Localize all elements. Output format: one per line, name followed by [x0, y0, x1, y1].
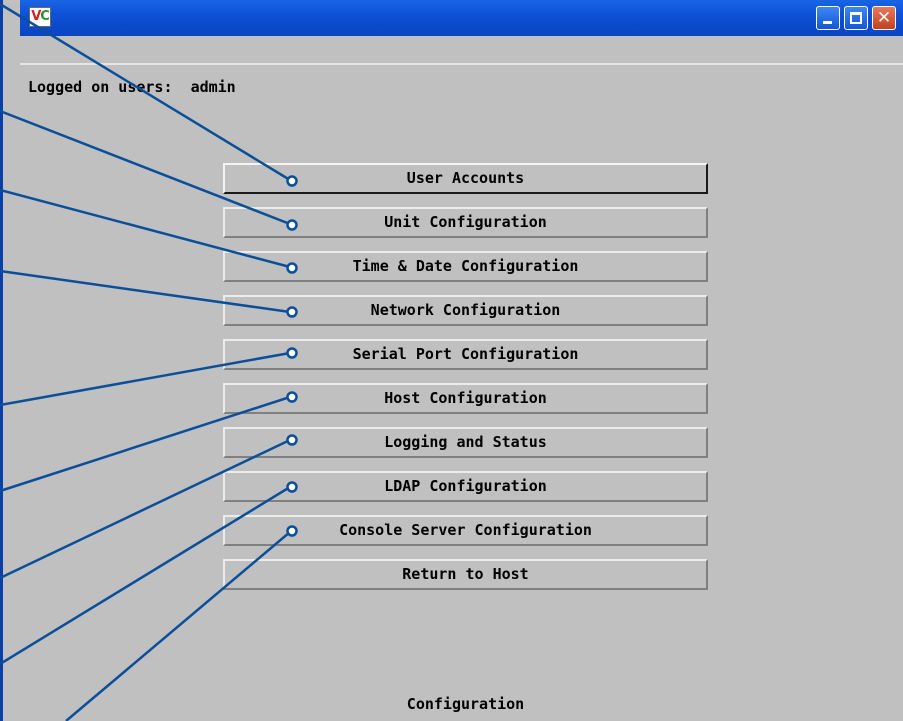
serial-port-configuration-button[interactable]: Serial Port Configuration — [223, 339, 708, 370]
maximize-button[interactable] — [844, 6, 868, 30]
logged-on-label: Logged on users: — [28, 78, 173, 96]
maximize-icon — [850, 12, 862, 24]
title-bar[interactable]: VC ✕ — [20, 0, 903, 36]
close-icon: ✕ — [876, 8, 892, 28]
network-configuration-button[interactable]: Network Configuration — [223, 295, 708, 326]
app-logo-icon: VC — [29, 7, 51, 27]
ldap-configuration-button[interactable]: LDAP Configuration — [223, 471, 708, 502]
time-date-configuration-button[interactable]: Time & Date Configuration — [223, 251, 708, 282]
unit-configuration-button[interactable]: Unit Configuration — [223, 207, 708, 238]
minimize-icon — [823, 21, 832, 24]
close-button[interactable]: ✕ — [872, 6, 896, 30]
console-server-configuration-button[interactable]: Console Server Configuration — [223, 515, 708, 546]
viewer-window: VC ✕ Logged on users: admin User Account… — [0, 0, 903, 721]
divider — [20, 63, 903, 65]
logging-and-status-button[interactable]: Logging and Status — [223, 427, 708, 458]
minimize-button[interactable] — [816, 6, 840, 30]
status-text: Configuration — [406, 695, 525, 713]
logged-on-users: Logged on users: admin — [28, 78, 236, 96]
user-accounts-button[interactable]: User Accounts — [223, 163, 708, 194]
return-to-host-button[interactable]: Return to Host — [223, 559, 708, 590]
host-configuration-button[interactable]: Host Configuration — [223, 383, 708, 414]
logged-on-user: admin — [190, 78, 236, 96]
